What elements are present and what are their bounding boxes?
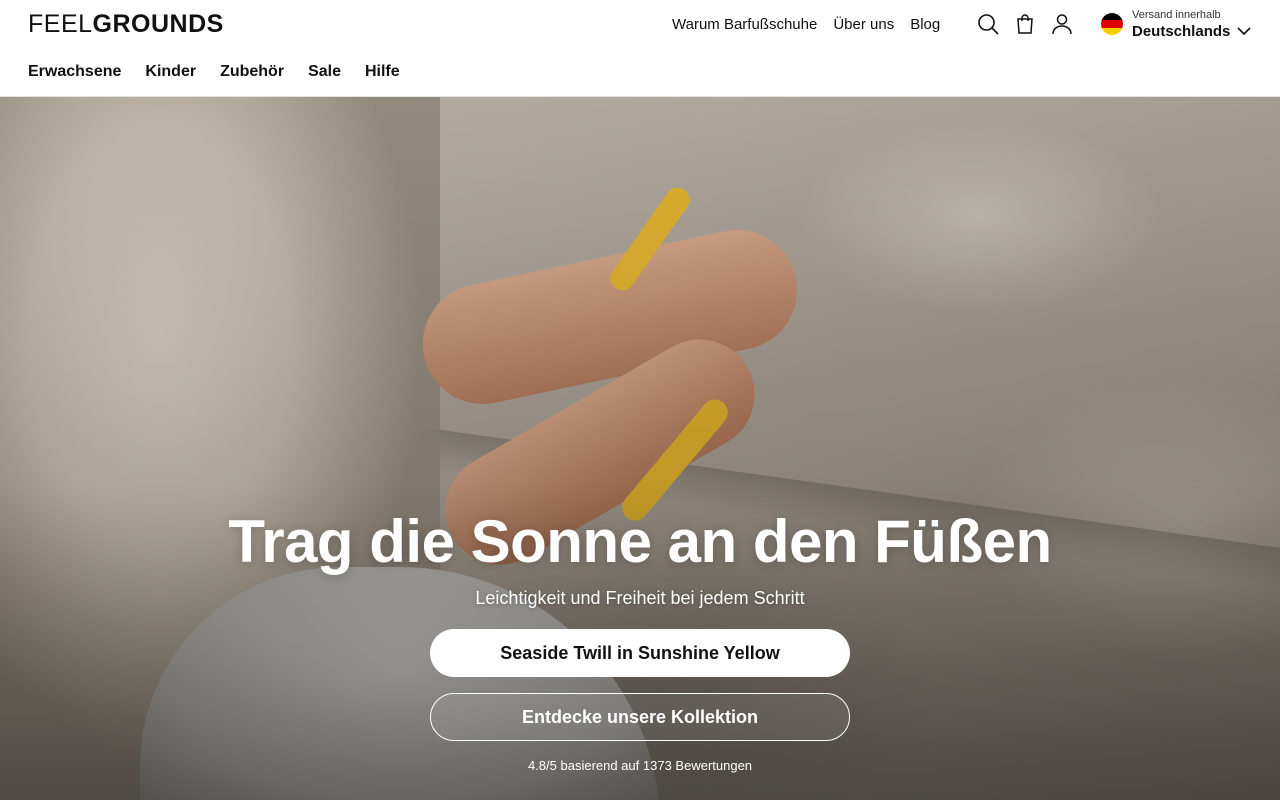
nav-item-help[interactable]: Hilfe — [365, 62, 400, 82]
discover-collection-button[interactable]: Entdecke unsere Kollektion — [430, 693, 850, 741]
shipping-country-selector[interactable]: Deutschlands — [1132, 23, 1230, 41]
cart-button[interactable] — [1012, 11, 1038, 37]
logo-text-light: FEEL — [28, 10, 93, 38]
hero-subtitle: Leichtigkeit und Freiheit bei jedem Schr… — [475, 588, 805, 608]
brand-logo[interactable]: FEELGROUNDS — [28, 11, 224, 37]
nav-item-kids[interactable]: Kinder — [145, 62, 196, 82]
shopping-bag-icon — [1017, 14, 1033, 34]
user-icon — [1052, 14, 1072, 35]
account-button[interactable] — [1049, 11, 1075, 37]
nav-link-blog[interactable]: Blog — [910, 15, 940, 35]
germany-flag-icon[interactable] — [1101, 13, 1123, 35]
logo-text-bold: GROUNDS — [92, 10, 224, 38]
review-rating-text[interactable]: 4.8/5 basierend auf 1373 Bewertungen — [0, 758, 1280, 774]
search-icon — [978, 14, 999, 35]
chevron-down-icon[interactable] — [1237, 24, 1251, 38]
top-navigation: Warum Barfußschuhe Über uns Blog — [672, 15, 940, 35]
nav-item-adults[interactable]: Erwachsene — [28, 62, 121, 82]
shipping-label: Versand innerhalb — [1132, 9, 1221, 21]
main-navigation: Erwachsene Kinder Zubehör Sale Hilfe — [28, 62, 400, 82]
search-button[interactable] — [975, 11, 1001, 37]
nav-item-accessories[interactable]: Zubehör — [220, 62, 284, 82]
hero-banner: Trag die Sonne an den Füßen Leichtigkeit… — [0, 97, 1280, 800]
nav-link-why-barefoot[interactable]: Warum Barfußschuhe — [672, 15, 817, 35]
nav-link-about-us[interactable]: Über uns — [833, 15, 894, 35]
nav-item-sale[interactable]: Sale — [308, 62, 341, 82]
shop-sunshine-yellow-button[interactable]: Seaside Twill in Sunshine Yellow — [430, 629, 850, 677]
site-header: FEELGROUNDS Warum Barfußschuhe Über uns … — [0, 0, 1280, 97]
hero-title: Trag die Sonne an den Füßen — [228, 508, 1052, 575]
